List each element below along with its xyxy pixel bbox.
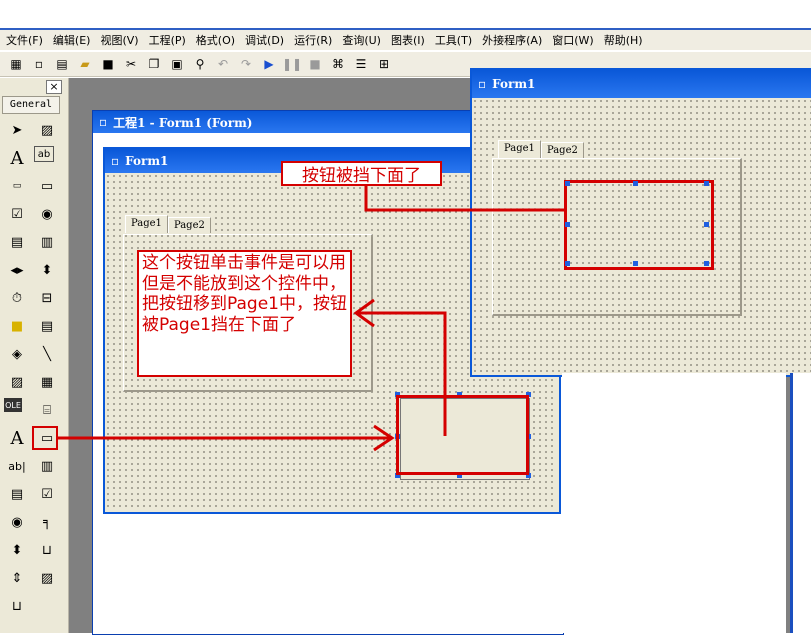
arrow-note-connector xyxy=(356,311,447,436)
arrow-top-connector xyxy=(364,186,566,212)
annotation-arrows xyxy=(58,186,566,452)
